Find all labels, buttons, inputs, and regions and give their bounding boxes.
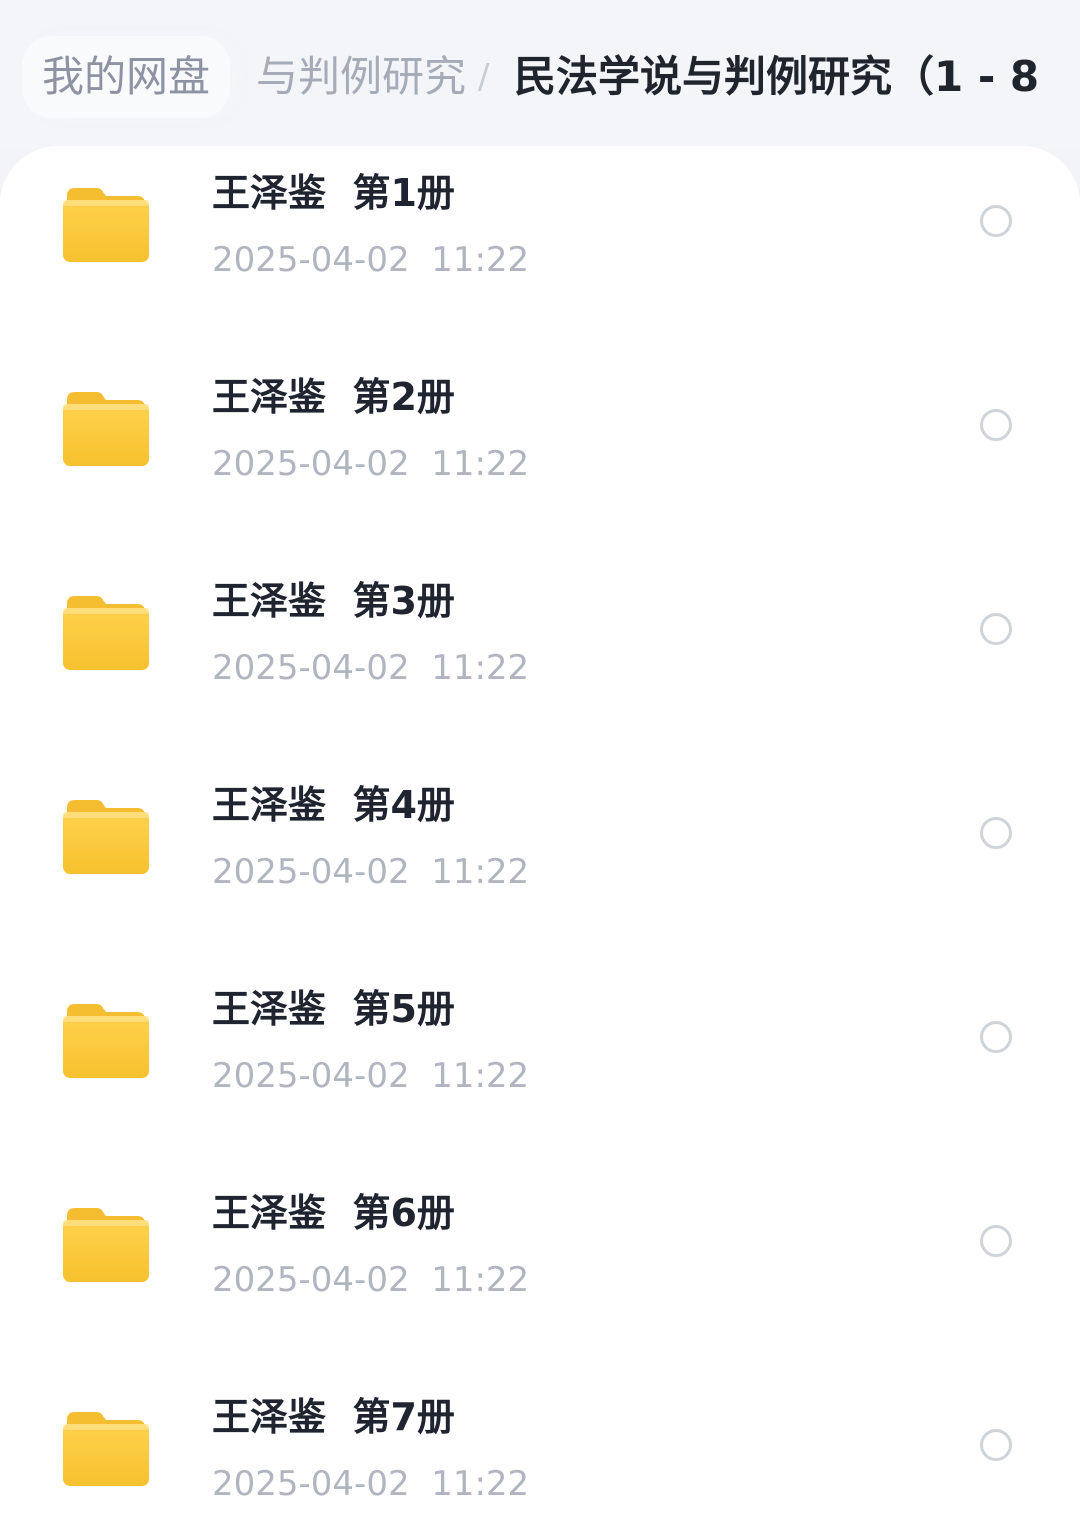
file-list: 王泽鉴 第1册 2025-04-02 11:22 王泽鉴 第2册 2025-04…: [0, 146, 1080, 1528]
file-name: 王泽鉴 第7册: [212, 1395, 455, 1439]
file-date: 2025-04-02 11:22: [212, 1260, 530, 1300]
folder-icon: [63, 186, 149, 262]
file-name: 王泽鉴 第6册: [212, 1191, 455, 1235]
file-date: 2025-04-02 11:22: [212, 444, 530, 484]
file-row[interactable]: 王泽鉴 第7册 2025-04-02 11:22: [0, 1370, 1080, 1528]
file-row[interactable]: 王泽鉴 第6册 2025-04-02 11:22: [0, 1166, 1080, 1370]
breadcrumb-separator: /: [478, 57, 490, 97]
file-date: 2025-04-02 11:22: [212, 852, 530, 892]
file-date: 2025-04-02 11:22: [212, 1056, 530, 1096]
file-name: 王泽鉴 第2册: [212, 375, 455, 419]
select-circle-icon[interactable]: [980, 817, 1012, 849]
folder-icon: [63, 594, 149, 670]
select-circle-icon[interactable]: [980, 205, 1012, 237]
file-date: 2025-04-02 11:22: [212, 1464, 530, 1504]
file-name: 王泽鉴 第5册: [212, 987, 455, 1031]
file-row[interactable]: 王泽鉴 第5册 2025-04-02 11:22: [0, 962, 1080, 1166]
select-circle-icon[interactable]: [980, 1021, 1012, 1053]
file-row[interactable]: 王泽鉴 第4册 2025-04-02 11:22: [0, 758, 1080, 962]
select-circle-icon[interactable]: [980, 409, 1012, 441]
file-row[interactable]: 王泽鉴 第3册 2025-04-02 11:22: [0, 554, 1080, 758]
folder-icon: [63, 798, 149, 874]
folder-icon: [63, 390, 149, 466]
file-row[interactable]: 王泽鉴 第1册 2025-04-02 11:22: [0, 146, 1080, 350]
breadcrumb: 我的网盘 与判例研究 / 民法学说与判例研究（1 - 8: [0, 0, 1080, 150]
folder-icon: [63, 1002, 149, 1078]
file-name: 王泽鉴 第3册: [212, 579, 455, 623]
file-row[interactable]: 王泽鉴 第2册 2025-04-02 11:22: [0, 350, 1080, 554]
folder-icon: [63, 1206, 149, 1282]
select-circle-icon[interactable]: [980, 613, 1012, 645]
select-circle-icon[interactable]: [980, 1225, 1012, 1257]
breadcrumb-parent[interactable]: 与判例研究: [220, 36, 466, 118]
breadcrumb-current: 民法学说与判例研究（1 - 8: [514, 52, 1040, 101]
file-name: 王泽鉴 第4册: [212, 783, 455, 827]
file-date: 2025-04-02 11:22: [212, 240, 530, 280]
folder-icon: [63, 1410, 149, 1486]
breadcrumb-root[interactable]: 我的网盘: [22, 36, 231, 118]
select-circle-icon[interactable]: [980, 1429, 1012, 1461]
file-name: 王泽鉴 第1册: [212, 171, 455, 215]
file-date: 2025-04-02 11:22: [212, 648, 530, 688]
